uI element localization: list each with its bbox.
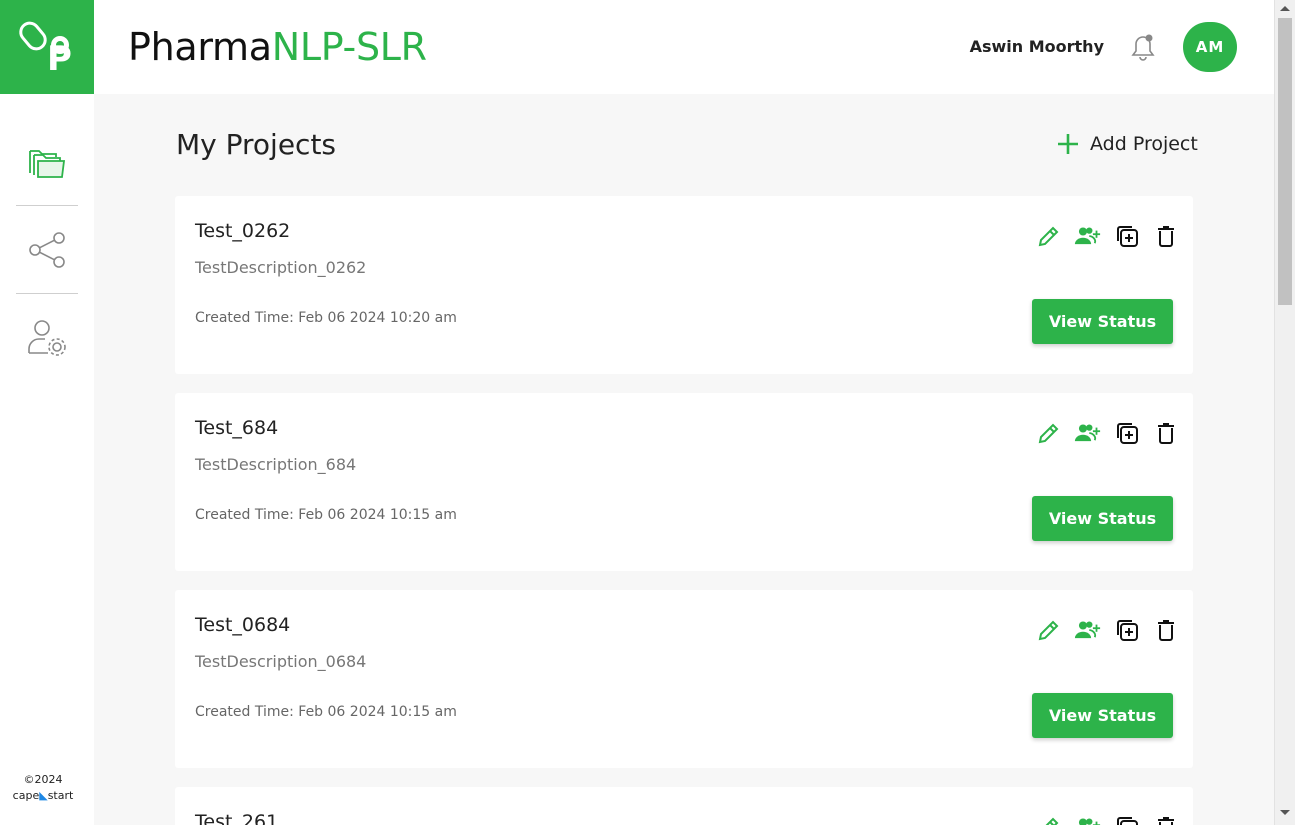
folders-icon [29,150,66,178]
duplicate-button[interactable] [1113,419,1140,446]
project-description: TestDescription_684 [195,455,357,474]
project-name: Test_684 [195,417,279,439]
view-status-button[interactable]: View Status [1032,693,1173,738]
duplicate-button[interactable] [1113,813,1140,825]
pencil-icon [1038,423,1058,443]
view-status-button[interactable]: View Status [1032,496,1173,541]
app-title: PharmaNLP-SLR [128,23,427,71]
avatar[interactable]: AM [1183,22,1237,72]
sidebar-divider [16,293,78,294]
sidebar-divider [16,205,78,206]
project-actions [1035,616,1179,643]
bell-icon [1131,34,1155,61]
copy-plus-icon [1116,816,1138,825]
add-user-icon [1074,423,1101,441]
copy-plus-icon [1116,619,1138,641]
edit-button[interactable] [1035,813,1062,825]
project-actions [1035,222,1179,249]
project-card: Test_684 TestDescription_684 Created Tim… [175,393,1193,571]
user-gear-icon [28,320,66,356]
view-status-button[interactable]: View Status [1032,299,1173,344]
scroll-down-arrow-icon[interactable] [1280,810,1290,815]
delete-button[interactable] [1152,419,1179,446]
share-icon [29,232,65,268]
trash-icon [1157,816,1174,825]
scroll-thumb[interactable] [1278,18,1292,305]
add-member-button[interactable] [1074,616,1101,643]
sidebar-item-projects[interactable] [16,126,78,200]
plus-icon [1058,134,1078,154]
pencil-icon [1038,620,1058,640]
company-name-left: cape [12,789,40,802]
top-header: PharmaNLP-SLR Aswin Moorthy AM [94,0,1274,94]
user-name: Aswin Moorthy [969,37,1104,56]
pill-logo-icon: P [19,21,72,76]
add-member-button[interactable] [1074,813,1101,825]
project-name: Test_261 [195,811,279,825]
project-created-time: Created Time: Feb 06 2024 10:15 am [195,507,457,523]
project-card: Test_0684 TestDescription_0684 Created T… [175,590,1193,768]
project-name: Test_0684 [195,614,291,636]
scroll-up-arrow-icon[interactable] [1280,6,1290,11]
add-member-button[interactable] [1074,419,1101,446]
pencil-icon [1038,226,1058,246]
trash-icon [1157,619,1174,641]
copy-plus-icon [1116,225,1138,247]
delete-button[interactable] [1152,222,1179,249]
page-scrollbar[interactable] [1274,0,1295,825]
add-user-icon [1074,620,1101,638]
add-user-icon [1078,817,1101,825]
edit-button[interactable] [1035,419,1062,446]
page-title: My Projects [176,128,337,161]
edit-button[interactable] [1035,616,1062,643]
delete-button[interactable] [1152,616,1179,643]
add-member-button[interactable] [1074,222,1101,249]
trash-icon [1157,422,1174,444]
project-actions [1035,813,1179,825]
copy-plus-icon [1116,422,1138,444]
duplicate-button[interactable] [1113,222,1140,249]
sidebar: ©2024 cape◣start [0,94,94,825]
project-name: Test_0262 [195,220,291,242]
project-card: Test_261 [175,787,1193,825]
company-logo: cape◣start [0,789,86,802]
add-project-button[interactable]: Add Project [1056,132,1198,156]
notifications-button[interactable] [1130,33,1156,67]
project-card: Test_0262 TestDescription_0262 Created T… [175,196,1193,374]
sidebar-item-share[interactable] [16,213,78,287]
sidebar-item-user-settings[interactable] [16,301,78,375]
app-logo[interactable]: P [0,0,94,94]
pencil-icon [1044,817,1058,825]
copyright-text: ©2024 [23,773,63,786]
company-name-right: start [47,789,74,802]
edit-button[interactable] [1035,222,1062,249]
delete-button[interactable] [1152,813,1179,825]
company-mark: ◣ [39,789,48,802]
duplicate-button[interactable] [1113,616,1140,643]
add-user-icon [1074,226,1101,244]
project-created-time: Created Time: Feb 06 2024 10:20 am [195,310,457,326]
trash-icon [1157,225,1174,247]
add-project-label: Add Project [1090,133,1198,155]
project-created-time: Created Time: Feb 06 2024 10:15 am [195,704,457,720]
app-title-part1: Pharma [128,25,272,69]
project-description: TestDescription_0262 [195,258,367,277]
logo-letter: P [47,39,72,76]
app-title-part2: NLP-SLR [271,25,427,69]
project-actions [1035,419,1179,446]
project-description: TestDescription_0684 [195,652,367,671]
